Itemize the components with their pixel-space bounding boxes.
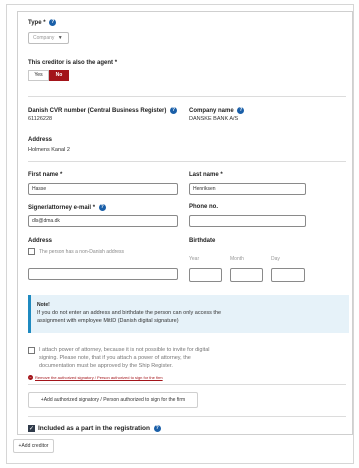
agent-label: This creditor is also the agent * (28, 60, 118, 66)
type-label: Type * ? (28, 19, 57, 27)
person-address-input[interactable] (28, 268, 178, 280)
birthdate-label: Birthdate (189, 238, 216, 244)
day-label: Day (271, 256, 280, 262)
power-of-attorney-line-3: documentation must be approved by the Sh… (39, 363, 173, 369)
included-help-icon[interactable]: ? (153, 425, 161, 432)
person-address-label: Address (28, 238, 53, 244)
type-select-value: Company (33, 35, 55, 41)
month-label: Month (230, 256, 244, 262)
included-checkbox[interactable]: ✓ (28, 425, 35, 432)
included-label: Included as a part in the registration ? (38, 425, 161, 433)
email-input[interactable]: dls@dma.dk (28, 215, 178, 227)
creditor-card: Type * ? Company ▼ This creditor is also… (17, 11, 353, 435)
last-name-label: Last name * (189, 172, 223, 178)
agent-no-button[interactable]: No (49, 70, 69, 81)
type-select[interactable]: Company ▼ (28, 32, 69, 44)
cvr-value: 61126228 (28, 116, 53, 122)
company-name-value: DANSKE BANK A/S (189, 116, 239, 122)
power-of-attorney-line-1: I attach power of attorney, because it i… (39, 347, 210, 353)
note-line-1: If you do not enter an address and birth… (37, 310, 222, 316)
year-label: Year (189, 256, 200, 262)
first-name-label: First name * (28, 172, 63, 178)
add-signatory-button[interactable]: +Add authorized signatory / Person autho… (28, 392, 198, 408)
chevron-down-icon: ▼ (57, 35, 63, 41)
day-input[interactable] (271, 268, 305, 282)
first-name-input[interactable]: Hasse (28, 183, 178, 195)
power-of-attorney-checkbox[interactable] (28, 347, 35, 354)
note-box: Note! If you do not enter an address and… (28, 295, 349, 333)
divider (28, 384, 346, 385)
phone-input[interactable] (189, 215, 306, 227)
phone-label: Phone no. (189, 204, 218, 210)
page-frame: Type * ? Company ▼ This creditor is also… (6, 4, 354, 464)
divider (28, 416, 346, 417)
company-name-help-icon[interactable]: ? (237, 107, 245, 114)
company-address-value: Holmens Kanal 2 (28, 147, 70, 153)
divider (28, 161, 346, 162)
remove-signatory-link[interactable]: Remove the authorized signatory / Person… (35, 375, 163, 380)
email-help-icon[interactable]: ? (98, 204, 106, 211)
agent-yes-button[interactable]: Yes (28, 70, 49, 81)
last-name-input[interactable]: Henriksen (189, 183, 306, 195)
cvr-help-icon[interactable]: ? (170, 107, 178, 114)
company-name-label: Company name ? (189, 107, 245, 115)
year-input[interactable] (189, 268, 222, 282)
note-title: Note! (37, 302, 50, 308)
email-label: Signer/attorney e-mail * ? (28, 204, 106, 212)
non-danish-address-label: The person has a non-Danish address (39, 249, 125, 255)
non-danish-address-checkbox[interactable] (28, 248, 35, 255)
cvr-label: Danish CVR number (Central Business Regi… (28, 107, 178, 115)
note-line-2: assignment with employee MitID (Danish d… (37, 318, 179, 324)
add-creditor-button[interactable]: +Add creditor (13, 439, 54, 453)
remove-icon: − (28, 375, 33, 380)
month-input[interactable] (230, 268, 263, 282)
divider (28, 96, 346, 97)
power-of-attorney-line-2: signing. Please note, that if you attach… (39, 355, 191, 361)
type-help-icon[interactable]: ? (49, 19, 57, 26)
company-address-label: Address (28, 137, 53, 143)
